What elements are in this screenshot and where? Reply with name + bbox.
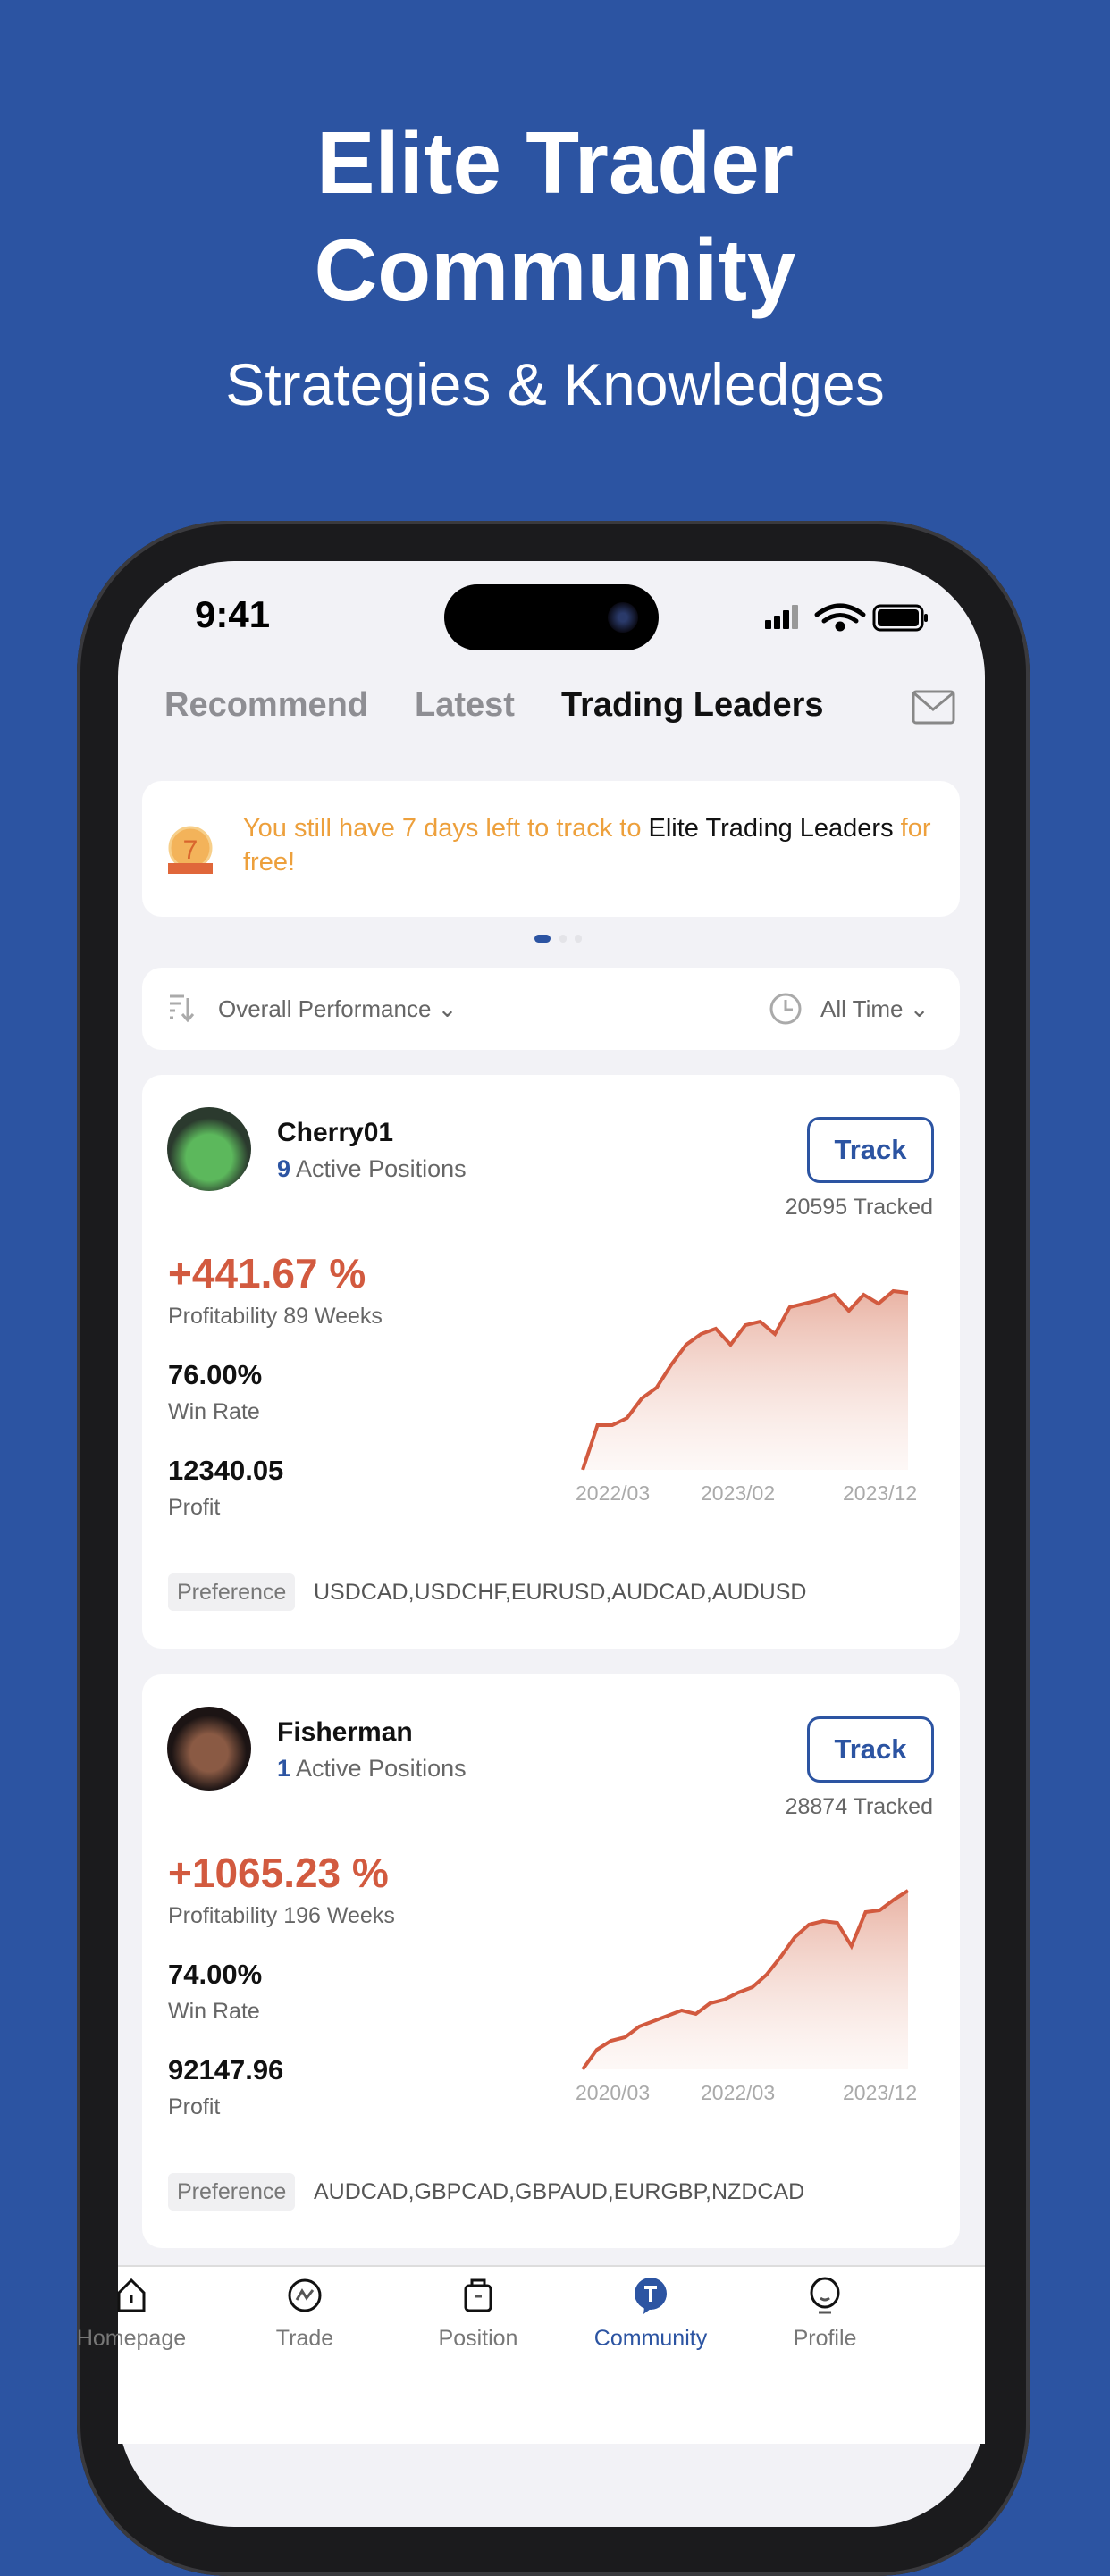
wifi-icon — [814, 603, 866, 632]
community-icon — [635, 2278, 667, 2314]
win-rate-value: 76.00% — [168, 1359, 263, 1390]
status-icons — [765, 603, 928, 632]
avatar[interactable] — [167, 1107, 251, 1191]
banner-highlight: You still have 7 days left to track to — [243, 814, 649, 843]
performance-chart — [581, 1288, 909, 1471]
chevron-down-icon: ⌄ — [437, 995, 458, 1022]
x-tick-label: 2023/12 — [843, 1481, 918, 1505]
profitability-value: +1065.23 % — [168, 1850, 389, 1896]
period-dropdown[interactable]: All Time ⌄ — [820, 995, 929, 1023]
x-tick-label: 2020/03 — [576, 2081, 651, 2104]
preference-pairs: USDCAD,USDCHF,EURUSD,AUDCAD,AUDUSD — [314, 1580, 807, 1605]
chevron-down-icon: ⌄ — [909, 995, 929, 1022]
profitability-label: Profitability 89 Weeks — [168, 1304, 383, 1329]
battery-icon — [872, 604, 928, 632]
x-tick-label: 2023/12 — [843, 2081, 918, 2104]
nav-label: Position — [438, 2326, 518, 2351]
clock-icon — [769, 993, 802, 1025]
nav-label: Homepage — [76, 2326, 187, 2351]
tracked-count: 20595 Tracked — [785, 1195, 933, 1220]
nav-profile[interactable]: Profile — [753, 2277, 896, 2352]
chart-area — [583, 1291, 908, 1470]
win-rate-value: 74.00% — [168, 1959, 263, 1990]
page-dot[interactable] — [559, 935, 567, 943]
hero-title-line1: Elite Trader — [316, 113, 794, 212]
track-button[interactable]: Track — [807, 1117, 934, 1183]
active-positions: 9 Active Positions — [277, 1155, 467, 1183]
trader-name[interactable]: Fisherman — [277, 1717, 413, 1748]
profit-value: 92147.96 — [168, 2054, 284, 2085]
badge-icon: 7 — [168, 826, 213, 874]
chart-area — [583, 1891, 908, 2069]
hero-title-line2: Community — [314, 221, 796, 319]
nav-label: Community — [593, 2326, 708, 2351]
active-label: Active Positions — [290, 1155, 467, 1182]
profile-icon — [810, 2277, 840, 2314]
badge-number: 7 — [183, 835, 198, 865]
tracked-count: 28874 Tracked — [785, 1794, 933, 1819]
preference-tag: Preference — [168, 2173, 296, 2211]
track-button[interactable]: Track — [807, 1716, 934, 1783]
active-count: 1 — [277, 1755, 291, 1782]
signal-icon — [765, 605, 798, 629]
banner-text: You still have 7 days left to track to E… — [243, 811, 949, 879]
active-count: 9 — [277, 1155, 291, 1182]
tab-recommend[interactable]: Recommend — [164, 686, 368, 725]
nav-position[interactable]: Position — [407, 2277, 550, 2352]
period-label: All Time — [820, 995, 904, 1022]
preference-tag: Preference — [168, 1573, 296, 1611]
sort-label: Overall Performance — [218, 995, 432, 1022]
x-tick-label: 2022/03 — [701, 2081, 776, 2104]
trader-name[interactable]: Cherry01 — [277, 1118, 393, 1148]
briefcase-icon — [464, 2278, 492, 2312]
active-label: Active Positions — [290, 1755, 467, 1782]
banner-link[interactable]: Elite Trading Leaders — [649, 814, 894, 843]
nav-label: Profile — [793, 2326, 857, 2351]
profit-value: 12340.05 — [168, 1455, 284, 1486]
trader-card[interactable]: Fisherman 1 Active Positions Track 28874… — [142, 1674, 960, 2248]
nav-label: Trade — [275, 2326, 334, 2351]
x-tick-label: 2022/03 — [576, 1481, 651, 1505]
win-rate-label: Win Rate — [168, 1399, 260, 1424]
status-time: 9:41 — [195, 593, 271, 635]
trader-card[interactable]: Cherry01 9 Active Positions Track 20595 … — [142, 1075, 960, 1649]
profitability-value: +441.67 % — [168, 1250, 366, 1296]
profitability-label: Profitability 196 Weeks — [168, 1903, 395, 1928]
camera-icon — [608, 602, 638, 633]
hero-subtitle: Strategies & Knowledges — [225, 351, 885, 417]
nav-homepage[interactable]: Homepage — [60, 2277, 203, 2352]
profit-label: Profit — [168, 1495, 221, 1520]
avatar[interactable] — [167, 1707, 251, 1791]
win-rate-label: Win Rate — [168, 1999, 260, 2024]
sort-dropdown[interactable]: Overall Performance ⌄ — [218, 995, 457, 1023]
performance-chart — [581, 1889, 910, 2071]
preference-pairs: AUDCAD,GBPCAD,GBPAUD,EURGBP,NZDCAD — [314, 2179, 805, 2204]
page-dot[interactable] — [575, 935, 582, 943]
page-dot-active[interactable] — [534, 935, 551, 943]
x-tick-label: 2023/02 — [701, 1481, 776, 1505]
home-icon — [117, 2278, 146, 2312]
tab-trading-leaders[interactable]: Trading Leaders — [561, 686, 824, 725]
mail-icon[interactable] — [912, 690, 956, 726]
active-positions: 1 Active Positions — [277, 1755, 467, 1783]
sort-icon — [170, 994, 195, 1023]
tab-latest[interactable]: Latest — [415, 686, 515, 725]
trade-icon — [288, 2278, 322, 2312]
nav-community[interactable]: Community — [579, 2277, 722, 2352]
nav-trade[interactable]: Trade — [233, 2277, 376, 2352]
profit-label: Profit — [168, 2094, 221, 2119]
